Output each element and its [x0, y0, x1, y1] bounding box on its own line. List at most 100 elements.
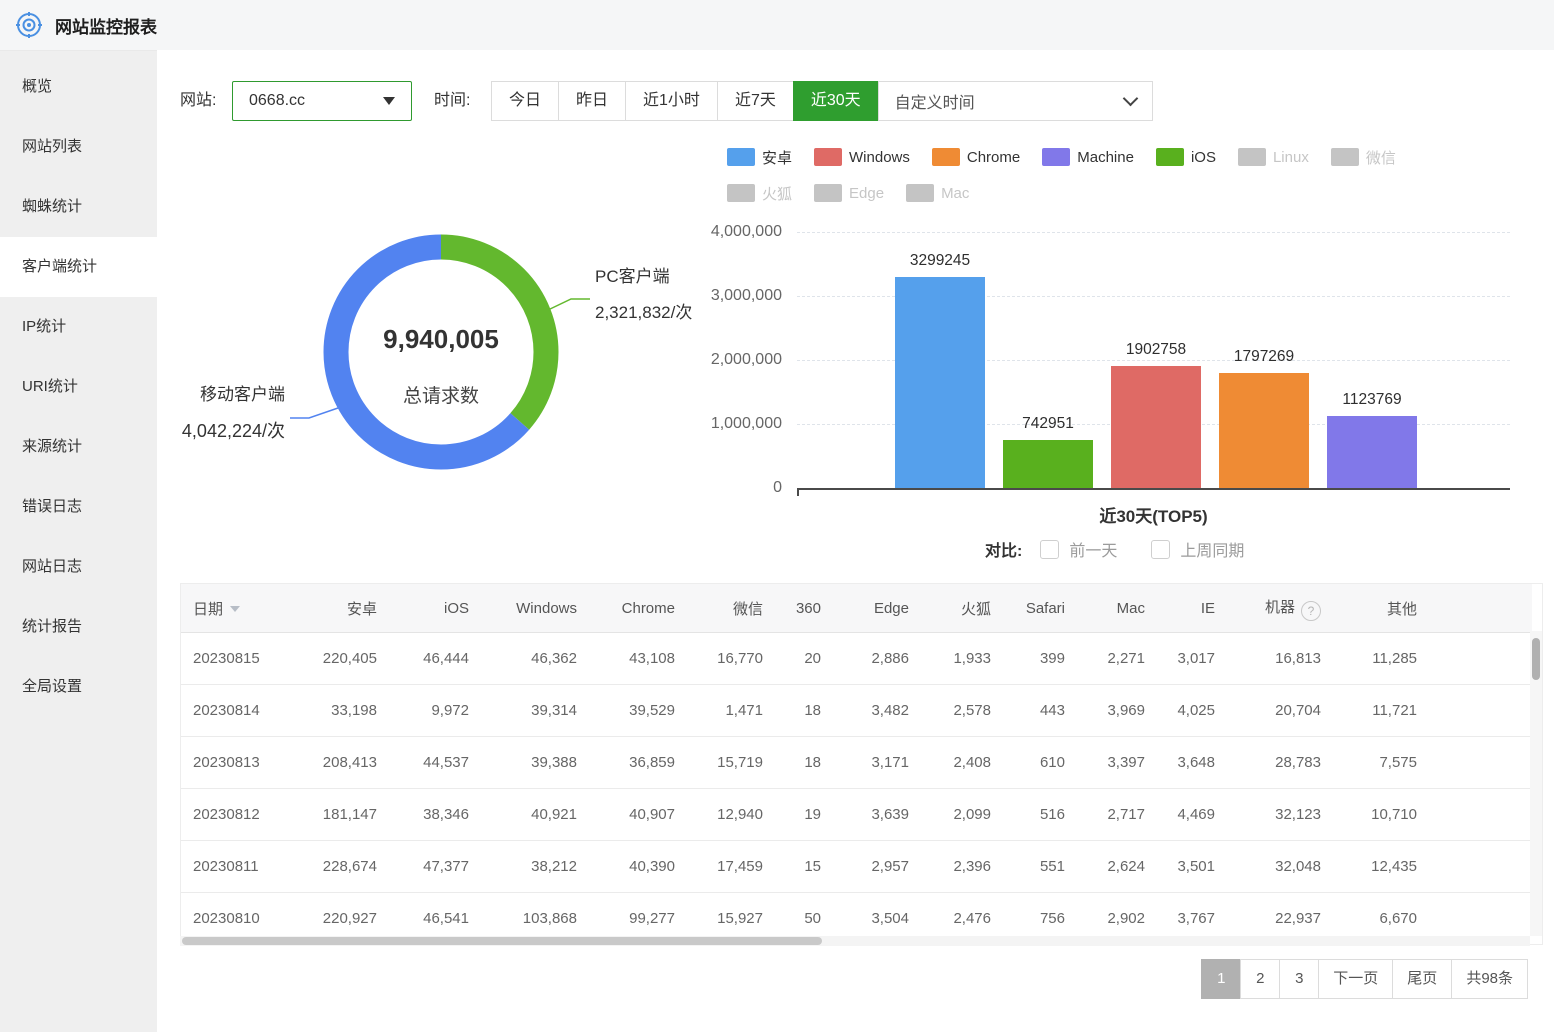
legend-item-windows[interactable]: Windows — [814, 147, 910, 167]
legend-item-firefox[interactable]: 火狐 — [727, 183, 792, 203]
cell-ie: 4,469 — [1157, 789, 1227, 841]
column-header-label: iOS — [444, 600, 469, 617]
site-select-value: 0668.cc — [249, 92, 305, 110]
cell-firefox: 2,099 — [921, 789, 1003, 841]
pagination: 123下一页尾页共98条 — [1202, 959, 1528, 999]
legend-item-mac[interactable]: Mac — [906, 183, 969, 203]
column-header-label: 安卓 — [347, 601, 377, 618]
sidebar-item-global-settings[interactable]: 全局设置 — [0, 657, 157, 717]
cell-wechat: 15,719 — [687, 737, 775, 789]
donut-total-value: 9,940,005 — [316, 324, 566, 355]
y-tick-label: 2,000,000 — [711, 351, 782, 369]
pie-value-mobile: 4,042,224/次 — [157, 417, 285, 443]
cell-mac: 2,624 — [1077, 841, 1157, 893]
column-header-firefox: 火狐 — [921, 584, 1003, 633]
bar-value-label: 3299245 — [870, 252, 1010, 270]
sidebar-item-uri-stats[interactable]: URI统计 — [0, 357, 157, 417]
bar-chrome — [1219, 373, 1309, 488]
horizontal-scrollbar-thumb[interactable] — [182, 937, 822, 945]
y-axis-ticks: 4,000,0003,000,0002,000,0001,000,0000 — [695, 232, 790, 488]
legend-label: Mac — [941, 185, 969, 202]
total-count: 共98条 — [1451, 959, 1528, 999]
cell-safari: 610 — [1003, 737, 1077, 789]
checkbox-same-period-last-week[interactable] — [1151, 540, 1170, 559]
column-header-ios: iOS — [389, 584, 481, 633]
cell-other: 12,435 — [1333, 841, 1429, 893]
bar-windows — [1111, 366, 1201, 488]
caret-down-icon — [383, 97, 395, 105]
legend-item-linux[interactable]: Linux — [1238, 147, 1309, 167]
cell-filler — [1429, 737, 1532, 789]
page-title: 网站监控报表 — [55, 13, 157, 38]
sidebar-item-overview[interactable]: 概览 — [0, 57, 157, 117]
table-header-row: 日期安卓iOSWindowsChrome微信360Edge火狐SafariMac… — [181, 584, 1532, 633]
sidebar-item-source-stats[interactable]: 来源统计 — [0, 417, 157, 477]
sidebar-item-site-list[interactable]: 网站列表 — [0, 117, 157, 177]
cell-360: 19 — [775, 789, 833, 841]
column-header-label: Safari — [1026, 600, 1065, 617]
sidebar-item-ip-stats[interactable]: IP统计 — [0, 297, 157, 357]
legend-label: Windows — [849, 149, 910, 166]
column-header-label: Windows — [516, 600, 577, 617]
y-tick-label: 4,000,000 — [711, 223, 782, 241]
time-button-today[interactable]: 今日 — [491, 81, 559, 121]
x-axis-title: 近30天(TOP5) — [797, 502, 1510, 527]
topbar: 网站监控报表 — [0, 0, 1554, 51]
column-header-label: 机器 — [1265, 599, 1295, 616]
cell-edge: 3,639 — [833, 789, 921, 841]
time-button-yesterday[interactable]: 昨日 — [558, 81, 626, 121]
cell-ie: 4,025 — [1157, 685, 1227, 737]
checkbox-prev-day[interactable] — [1040, 540, 1059, 559]
chart-legend: 安卓 Windows Chrome Machine iOS Linux 微信火狐 Edge Ma… — [727, 147, 1497, 219]
time-button-last-30d[interactable]: 近30天 — [793, 81, 879, 121]
legend-label: Machine — [1077, 149, 1134, 166]
donut-total-label: 总请求数 — [316, 381, 566, 408]
column-header-label: 微信 — [733, 601, 763, 618]
page-button-3[interactable]: 3 — [1279, 959, 1319, 999]
last-page-button[interactable]: 尾页 — [1392, 959, 1452, 999]
vertical-scrollbar-thumb[interactable] — [1532, 638, 1540, 680]
legend-swatch-mac — [906, 184, 934, 202]
sort-caret-icon[interactable] — [230, 606, 240, 612]
pie-value-pc: 2,321,832/次 — [595, 298, 692, 323]
site-select[interactable]: 0668.cc — [232, 81, 412, 121]
help-icon[interactable]: ? — [1301, 601, 1321, 621]
cell-android: 220,405 — [289, 633, 389, 685]
time-button-last-1h[interactable]: 近1小时 — [625, 81, 718, 121]
legend-item-chrome[interactable]: Chrome — [932, 147, 1020, 167]
cell-360: 20 — [775, 633, 833, 685]
sidebar-item-site-log[interactable]: 网站日志 — [0, 537, 157, 597]
legend-swatch-edge — [814, 184, 842, 202]
column-header-android: 安卓 — [289, 584, 389, 633]
custom-time-select[interactable]: 自定义时间 — [878, 81, 1153, 121]
sidebar-item-stats-report[interactable]: 统计报告 — [0, 597, 157, 657]
horizontal-scrollbar — [180, 936, 1530, 946]
page-button-1[interactable]: 1 — [1201, 959, 1241, 999]
column-header-safari: Safari — [1003, 584, 1077, 633]
legend-item-machine[interactable]: Machine — [1042, 147, 1134, 167]
main-content: 网站: 0668.cc 时间: 今日昨日近1小时近7天近30天自定义时间 9,9… — [157, 50, 1554, 1032]
legend-item-edge[interactable]: Edge — [814, 183, 884, 203]
legend-swatch-chrome — [932, 148, 960, 166]
cell-filler — [1429, 841, 1532, 893]
column-header-mac: Mac — [1077, 584, 1157, 633]
legend-item-ios[interactable]: iOS — [1156, 147, 1216, 167]
cell-android: 208,413 — [289, 737, 389, 789]
legend-item-android[interactable]: 安卓 — [727, 147, 792, 167]
sidebar-item-client-stats[interactable]: 客户端统计 — [0, 237, 157, 297]
y-tick-label: 1,000,000 — [711, 415, 782, 433]
page-button-2[interactable]: 2 — [1240, 959, 1280, 999]
legend-item-wechat[interactable]: 微信 — [1331, 147, 1396, 167]
cell-edge: 2,886 — [833, 633, 921, 685]
cell-wechat: 1,471 — [687, 685, 775, 737]
cell-other: 11,721 — [1333, 685, 1429, 737]
next-page-button[interactable]: 下一页 — [1318, 959, 1393, 999]
sidebar-item-error-log[interactable]: 错误日志 — [0, 477, 157, 537]
sidebar-item-spider-stats[interactable]: 蜘蛛统计 — [0, 177, 157, 237]
time-button-last-7d[interactable]: 近7天 — [717, 81, 794, 121]
cell-chrome: 43,108 — [589, 633, 687, 685]
vertical-scrollbar — [1530, 631, 1542, 936]
cell-ios: 44,537 — [389, 737, 481, 789]
cell-mac: 3,397 — [1077, 737, 1157, 789]
cell-windows: 40,921 — [481, 789, 589, 841]
